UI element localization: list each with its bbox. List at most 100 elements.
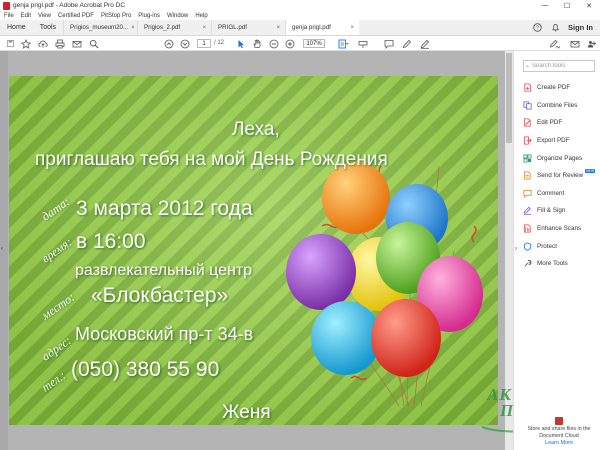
export-pdf-icon bbox=[523, 136, 532, 145]
tool-enhance-scans[interactable]: Enhance Scans bbox=[523, 220, 599, 238]
greeting-name: Леха, bbox=[232, 119, 280, 140]
document-view[interactable]: ‹ Леха, приглашаю тебя на мой День Рожде… bbox=[0, 51, 513, 450]
notifications-bell-icon[interactable] bbox=[550, 23, 560, 33]
close-tab-icon[interactable]: × bbox=[351, 25, 355, 31]
learn-more-link[interactable]: Learn More bbox=[522, 440, 596, 446]
tool-export-pdf[interactable]: Export PDF bbox=[523, 132, 599, 150]
tool-create-pdf[interactable]: Create PDF bbox=[523, 79, 599, 97]
close-tab-icon[interactable]: × bbox=[277, 25, 281, 31]
tool-label: Fill & Sign bbox=[537, 207, 566, 215]
tab-home[interactable]: Home bbox=[0, 20, 33, 35]
menu-edit[interactable]: Edit bbox=[21, 13, 31, 19]
create-pdf-icon bbox=[523, 83, 532, 92]
zoom-out-icon[interactable] bbox=[268, 38, 279, 49]
enhance-scans-icon bbox=[523, 224, 532, 233]
menu-help[interactable]: Help bbox=[195, 13, 207, 19]
collapse-pane-arrow[interactable]: › bbox=[515, 246, 517, 252]
comment-icon bbox=[523, 189, 532, 198]
tool-protect[interactable]: Protect bbox=[523, 237, 599, 255]
party-date: 3 марта 2012 года bbox=[76, 197, 253, 220]
doc-tab[interactable]: PRIGL.pdf × bbox=[211, 20, 285, 35]
more-tools-icon bbox=[523, 259, 532, 268]
scrollbar-thumb[interactable] bbox=[506, 53, 512, 143]
doc-tab[interactable]: Prigios_2.pdf × bbox=[137, 20, 211, 35]
share-people-icon[interactable] bbox=[586, 38, 597, 49]
minimize-button[interactable]: — bbox=[534, 0, 556, 11]
tool-organize-pages[interactable]: Organize Pages bbox=[523, 149, 599, 167]
tool-fill-sign[interactable]: Fill & Sign bbox=[523, 202, 599, 220]
sign-pen-icon[interactable] bbox=[549, 38, 560, 49]
tool-combine-files[interactable]: Combine Files bbox=[523, 97, 599, 115]
tool-more-tools[interactable]: More Tools bbox=[523, 255, 599, 273]
tool-label: Send for Review bbox=[537, 172, 584, 180]
doc-tab-active[interactable]: genja prigl.pdf × bbox=[285, 20, 360, 35]
help-icon[interactable]: ? bbox=[532, 23, 542, 33]
zoom-in-icon[interactable] bbox=[284, 38, 295, 49]
tab-bar: Home Tools Prigios_museum20... × Prigios_… bbox=[0, 20, 600, 36]
combine-files-icon bbox=[523, 101, 532, 110]
promo-text: Store and share files in the Document Cl… bbox=[527, 426, 591, 439]
tool-label: Create PDF bbox=[537, 84, 571, 92]
maximize-button[interactable]: ☐ bbox=[556, 0, 578, 11]
tool-label: Enhance Scans bbox=[537, 225, 582, 233]
pen-draw-icon[interactable] bbox=[401, 38, 412, 49]
party-place-line2: «Блокбастер» bbox=[91, 284, 229, 307]
fit-page-icon[interactable] bbox=[338, 38, 349, 49]
new-badge: NEW bbox=[585, 168, 596, 173]
menu-file[interactable]: File bbox=[4, 13, 14, 19]
comment-icon[interactable] bbox=[383, 38, 394, 49]
keyboard-icon[interactable] bbox=[357, 38, 368, 49]
next-page-icon[interactable] bbox=[179, 38, 190, 49]
tab-tools[interactable]: Tools bbox=[33, 20, 63, 35]
left-panel-arrow: ‹ bbox=[1, 246, 3, 252]
email-icon[interactable] bbox=[71, 38, 82, 49]
edit-pdf-icon bbox=[523, 118, 532, 127]
tool-label: Edit PDF bbox=[537, 119, 563, 127]
party-place-line1: развлекательный центр bbox=[75, 262, 253, 279]
tab-bar-right: ? Sign In bbox=[359, 20, 600, 35]
menu-pitstop-pro[interactable]: PitStop Pro bbox=[101, 13, 131, 19]
doc-tab-label: Prigios_2.pdf bbox=[144, 24, 181, 31]
tool-label: Export PDF bbox=[537, 137, 570, 145]
menu-plug-ins[interactable]: Plug-ins bbox=[138, 13, 160, 19]
doc-tab[interactable]: Prigios_museum20... × bbox=[63, 20, 137, 35]
previous-page-icon[interactable] bbox=[163, 38, 174, 49]
doc-tab-label: PRIGL.pdf bbox=[218, 24, 247, 31]
doc-tab-label: Prigios_museum20... bbox=[70, 24, 129, 31]
protect-icon bbox=[523, 242, 532, 251]
acrobat-icon bbox=[3, 1, 10, 10]
search-icon[interactable] bbox=[88, 38, 99, 49]
document-cloud-icon bbox=[555, 417, 563, 425]
share-email-icon[interactable] bbox=[569, 38, 580, 49]
hand-tool-icon[interactable] bbox=[251, 38, 262, 49]
select-cursor-icon[interactable] bbox=[235, 38, 246, 49]
tools-pane: › Create PDF Combine Files Edit PDF Expo… bbox=[513, 51, 600, 450]
close-tab-icon[interactable]: × bbox=[203, 25, 207, 31]
zoom-level-dropdown[interactable]: 107% bbox=[303, 39, 325, 48]
menu-window[interactable]: Window bbox=[167, 13, 188, 19]
tool-send-for-review[interactable]: Send for Review NEW bbox=[523, 167, 599, 185]
sign-in-button[interactable]: Sign In bbox=[568, 23, 593, 32]
tool-edit-pdf[interactable]: Edit PDF bbox=[523, 114, 599, 132]
save-icon[interactable] bbox=[5, 38, 16, 49]
party-address: Московский пр-т 34-в bbox=[75, 324, 254, 344]
menu-bar: File Edit View Certified PDF PitStop Pro… bbox=[0, 11, 600, 20]
doc-tab-label: genja prigl.pdf bbox=[292, 24, 331, 31]
close-tab-icon[interactable]: × bbox=[131, 25, 135, 31]
print-icon[interactable] bbox=[54, 38, 65, 49]
page-number-input[interactable]: 1 bbox=[197, 39, 211, 48]
menu-view[interactable]: View bbox=[38, 13, 51, 19]
left-panel-toggle[interactable]: ‹ bbox=[0, 51, 8, 450]
tools-search-box[interactable] bbox=[523, 60, 595, 72]
search-tools-input[interactable] bbox=[532, 63, 594, 69]
upload-cloud-icon[interactable] bbox=[37, 38, 48, 49]
menu-certified-pdf[interactable]: Certified PDF bbox=[58, 13, 94, 19]
tool-comment[interactable]: Comment bbox=[523, 185, 599, 203]
highlight-icon[interactable] bbox=[419, 38, 430, 49]
toolbar: 1 / 12 107% bbox=[0, 36, 600, 51]
title-bar: genja prigl.pdf - Adobe Acrobat Pro DC —… bbox=[0, 0, 600, 11]
close-window-button[interactable]: ✕ bbox=[578, 0, 600, 11]
pdf-page: Леха, приглашаю тебя на мой День Рождени… bbox=[9, 76, 498, 425]
tools-list: Create PDF Combine Files Edit PDF Export… bbox=[523, 79, 599, 273]
bookmark-star-icon[interactable] bbox=[20, 38, 31, 49]
